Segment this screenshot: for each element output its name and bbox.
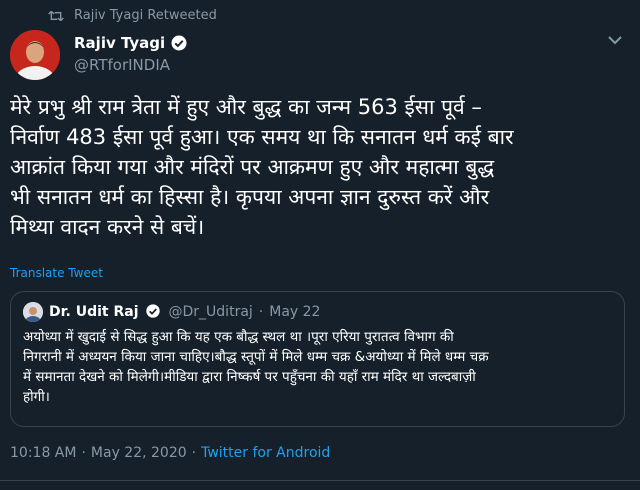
- quoted-verified-icon: [145, 303, 163, 321]
- tweet-source-link[interactable]: Twitter for Android: [201, 445, 330, 461]
- author-name[interactable]: Rajiv Tyagi: [74, 34, 165, 52]
- tweet-text: मेरे प्रभु श्री राम त्रेता में हुए और बु…: [10, 95, 514, 239]
- tweet-date[interactable]: May 22, 2020: [91, 445, 187, 461]
- quoted-tweet[interactable]: Dr. Udit Raj @Dr_Uditraj · May 22 अयोध्य…: [10, 291, 625, 427]
- divider: [0, 480, 640, 481]
- retweet-indicator: Rajiv Tyagi Retweeted: [48, 8, 217, 23]
- verified-icon: [170, 34, 188, 52]
- retweet-icon: [48, 9, 64, 23]
- author-block: Rajiv Tyagi @RTforINDIA: [74, 34, 188, 74]
- quoted-author-avatar: [23, 302, 43, 322]
- tweet-footer: 10:18 AM · May 22, 2020 · Twitter for An…: [10, 445, 330, 461]
- retweet-label: Rajiv Tyagi Retweeted: [74, 8, 217, 23]
- tweet-time[interactable]: 10:18 AM: [10, 445, 76, 461]
- quoted-author-name: Dr. Udit Raj: [49, 304, 139, 320]
- quoted-separator: ·: [258, 304, 264, 320]
- translate-tweet-link[interactable]: Translate Tweet: [10, 266, 103, 280]
- more-options-icon[interactable]: [604, 32, 626, 48]
- quoted-date: May 22: [269, 304, 321, 320]
- footer-separator: ·: [81, 445, 86, 461]
- quoted-tweet-text: अयोध्या में खुदाई से सिद्ध हुआ कि यह एक …: [23, 329, 489, 405]
- author-avatar[interactable]: [10, 30, 60, 80]
- quoted-author-handle: @Dr_Uditraj: [168, 304, 253, 320]
- footer-separator: ·: [191, 445, 197, 461]
- author-handle[interactable]: @RTforINDIA: [74, 56, 188, 74]
